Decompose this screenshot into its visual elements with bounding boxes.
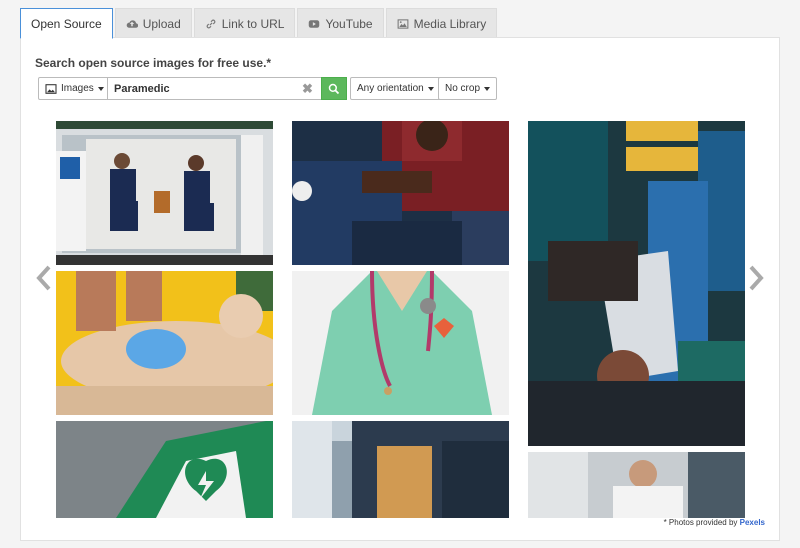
orientation-dropdown[interactable]: Any orientation [350,77,441,100]
chevron-right-icon [749,265,764,291]
search-input[interactable] [107,77,321,100]
link-icon [206,19,216,28]
youtube-icon [309,19,320,28]
search-button[interactable] [321,77,347,100]
photo-cpr-mannequin[interactable] [56,271,273,415]
tab-open-source[interactable]: Open Source [20,8,113,39]
photo-doctor-patient[interactable] [528,452,745,518]
tab-label: Link to URL [221,16,285,31]
photo-credit: * Photos provided by Pexels [664,518,765,527]
caret-down-icon [97,86,104,91]
search-icon [328,83,340,94]
tab-youtube[interactable]: YouTube [297,8,384,38]
media-type-label: Images [61,83,94,94]
search-heading: Search open source images for free use.* [35,56,272,70]
chevron-left-icon [36,265,51,291]
crop-dropdown[interactable]: No crop [438,77,498,100]
photo-paramedics-in-ambulance[interactable] [56,121,273,265]
credit-prefix: * Photos provided by [663,518,738,527]
clear-search-icon[interactable]: ✖ [302,81,313,97]
tab-label: YouTube [325,16,373,31]
image-icon [397,18,409,29]
media-type-dropdown[interactable]: Images [38,77,111,100]
caret-down-icon [484,86,491,91]
crop-label: No crop [445,83,481,94]
tab-media-library[interactable]: Media Library [385,8,498,38]
tab-link-to-url[interactable]: Link to URL [193,8,296,38]
photo-ambulance-stretcher[interactable] [292,421,509,518]
caret-down-icon [427,86,434,91]
cloud-upload-icon [126,19,138,28]
tab-upload[interactable]: Upload [114,8,192,38]
photo-nurse-stethoscope[interactable] [292,271,509,415]
source-tabs: Open Source Upload Link to URL YouTube M… [20,8,499,39]
photo-patient-chest-pain[interactable] [292,121,509,265]
orientation-label: Any orientation [357,83,424,94]
photo-aed-sign[interactable] [56,421,273,518]
previous-arrow-button[interactable] [36,265,52,291]
pexels-link[interactable]: Pexels [740,518,765,527]
tab-label: Upload [142,16,181,31]
image-icon [45,83,57,94]
tab-label: Media Library [413,16,487,31]
photo-bandaging-hand[interactable] [528,121,745,446]
next-arrow-button[interactable] [748,265,764,291]
tab-label: Open Source [31,16,102,31]
